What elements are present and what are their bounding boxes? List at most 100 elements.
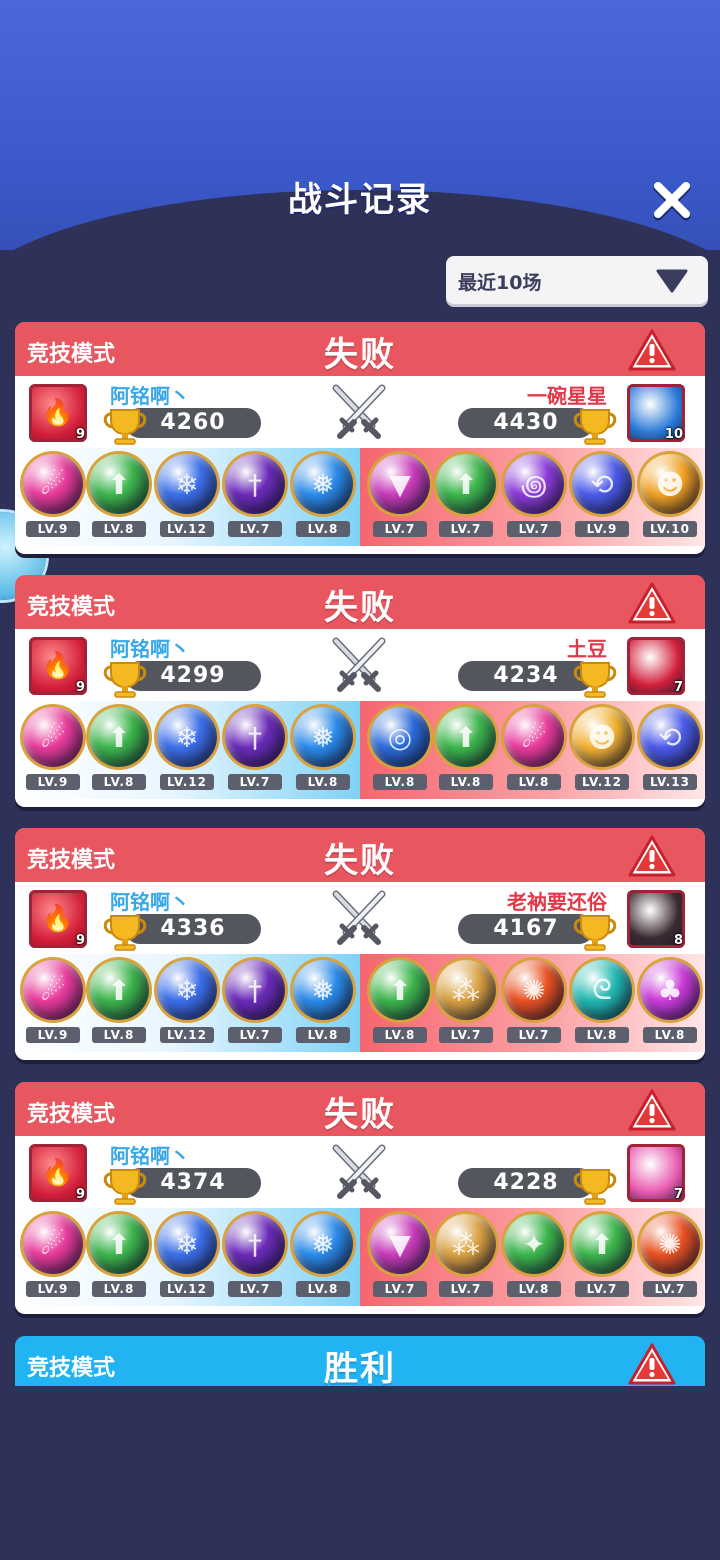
arrow-up-skill-orb[interactable]: ⬆: [89, 1214, 149, 1274]
result-label: 失败: [324, 841, 396, 881]
return-icon: ⟲: [658, 720, 682, 754]
trophy-icon: [103, 915, 147, 951]
fire-claw-skill-orb[interactable]: ✺: [640, 1214, 700, 1274]
skill-level-badge: LV.8: [296, 1027, 350, 1043]
sword-skill-orb[interactable]: †: [225, 960, 285, 1020]
avatar-level: 8: [673, 933, 683, 948]
warning-icon[interactable]: [627, 581, 677, 625]
skill-level-badge: LV.12: [160, 1281, 214, 1297]
opponent-player-name: 土豆: [567, 637, 607, 661]
skill-level-badge: LV.8: [296, 1281, 350, 1297]
skill-level-badge: LV.8: [643, 1027, 697, 1043]
battle-card[interactable]: 竞技模式 失败 🔥 9 阿铭啊丶 4299 土豆 4234 7 ☄ LV.9 ⬆…: [15, 575, 705, 807]
snowflake-skill-orb[interactable]: ❄: [157, 1214, 217, 1274]
prism-skill-orb[interactable]: ▼: [370, 1214, 430, 1274]
opponent-avatar[interactable]: 10: [627, 384, 685, 442]
arrow-up-skill-orb[interactable]: ⬆: [89, 707, 149, 767]
my-avatar[interactable]: 🔥 9: [29, 1144, 87, 1202]
sword-icon: †: [248, 973, 262, 1007]
opponent-skill-row: ▼ LV.7 ⁂ LV.7 ✦ LV.8 ⬆ LV.7 ✺ LV.7: [360, 1208, 705, 1306]
warning-icon[interactable]: [627, 1342, 677, 1386]
arrow-up-skill-orb[interactable]: ⬆: [572, 1214, 632, 1274]
arrow-up-skill-orb[interactable]: ⬆: [436, 707, 496, 767]
ice-skill-orb[interactable]: ❅: [293, 707, 353, 767]
skill-level-badge: LV.8: [507, 1281, 561, 1297]
meteor-skill-orb[interactable]: ☄: [23, 454, 83, 514]
fire-claw-skill-orb[interactable]: ✺: [504, 960, 564, 1020]
arrow-up-skill-orb[interactable]: ⬆: [436, 454, 496, 514]
star-ring-skill-orb[interactable]: ✦: [504, 1214, 564, 1274]
opponent-avatar[interactable]: 8: [627, 890, 685, 948]
opponent-skill-row: ▼ LV.7 ⬆ LV.7 ꩜ LV.7 ⟲ LV.9 ☻ LV.10: [360, 448, 705, 546]
sword-skill-orb[interactable]: †: [225, 1214, 285, 1274]
ice-skill-orb[interactable]: ❅: [293, 1214, 353, 1274]
mushroom-skill-orb[interactable]: ♣: [640, 960, 700, 1020]
arrow-up-icon: ⬆: [590, 1227, 614, 1261]
battle-card[interactable]: 竞技模式 失败 🔥 9 阿铭啊丶 4260 一碗星星 4430 10 ☄ LV.…: [15, 322, 705, 554]
opponent-skill-row: ◎ LV.8 ⬆ LV.8 ☄ LV.8 ☻ LV.12 ⟲ LV.13: [360, 701, 705, 799]
match-filter-dropdown[interactable]: 最近10场: [446, 256, 708, 304]
my-player-name: 阿铭啊丶: [110, 384, 190, 408]
meteor-skill-orb[interactable]: ☄: [23, 960, 83, 1020]
snowflake-skill-orb[interactable]: ❄: [157, 707, 217, 767]
snowflake-skill-orb[interactable]: ❄: [157, 960, 217, 1020]
prism-skill-orb[interactable]: ▼: [370, 454, 430, 514]
my-skill-row: ☄ LV.9 ⬆ LV.8 ❄ LV.12 † LV.7 ❅ LV.8: [15, 701, 360, 799]
my-avatar[interactable]: 🔥 9: [29, 384, 87, 442]
pumpkin-skill-orb[interactable]: ☻: [572, 707, 632, 767]
close-button[interactable]: [650, 178, 694, 222]
warning-icon[interactable]: [627, 1088, 677, 1132]
ice-skill-orb[interactable]: ❅: [293, 960, 353, 1020]
sword-skill-orb[interactable]: †: [225, 454, 285, 514]
swirl-skill-orb[interactable]: ꩜: [504, 454, 564, 514]
skill-level-badge: LV.7: [228, 1281, 282, 1297]
ice-skill-orb[interactable]: ❅: [293, 454, 353, 514]
my-avatar[interactable]: 🔥 9: [29, 890, 87, 948]
ghosts-skill-orb[interactable]: ⁂: [436, 1214, 496, 1274]
arrow-up-skill-orb[interactable]: ⬆: [370, 960, 430, 1020]
skill-level-badge: LV.7: [439, 1281, 493, 1297]
meteor-skill-orb[interactable]: ☄: [504, 707, 564, 767]
ghosts-skill-orb[interactable]: ⁂: [436, 960, 496, 1020]
vortex-skill-orb[interactable]: ◎: [370, 707, 430, 767]
arrow-up-skill-orb[interactable]: ⬆: [89, 960, 149, 1020]
trophy-icon: [103, 409, 147, 445]
opponent-avatar[interactable]: 7: [627, 1144, 685, 1202]
warning-icon[interactable]: [627, 834, 677, 878]
meteor-icon: ☄: [40, 1227, 66, 1261]
return-skill-orb[interactable]: ⟲: [640, 707, 700, 767]
return-skill-orb[interactable]: ⟲: [572, 454, 632, 514]
result-label: 失败: [324, 335, 396, 375]
skill-level-badge: LV.7: [373, 1281, 427, 1297]
snowflake-icon: ❄: [175, 720, 199, 754]
my-avatar[interactable]: 🔥 9: [29, 637, 87, 695]
opponent-avatar[interactable]: 7: [627, 637, 685, 695]
ice-icon: ❅: [311, 467, 335, 501]
meteor-skill-orb[interactable]: ☄: [23, 1214, 83, 1274]
skill-level-badge: LV.7: [439, 1027, 493, 1043]
trophy-icon: [103, 662, 147, 698]
sword-skill-orb[interactable]: †: [225, 707, 285, 767]
battle-card[interactable]: 竞技模式 失败 🔥 9 阿铭啊丶 4336 老衲要还俗 4167 8 ☄ LV.…: [15, 828, 705, 1060]
crossed-swords-icon: [332, 1144, 386, 1199]
warning-icon[interactable]: [627, 328, 677, 372]
avatar-level: 9: [75, 427, 85, 442]
my-skill-row: ☄ LV.9 ⬆ LV.8 ❄ LV.12 † LV.7 ❅ LV.8: [15, 448, 360, 546]
crossed-swords-icon: [332, 637, 386, 692]
skill-level-badge: LV.12: [160, 1027, 214, 1043]
snowflake-skill-orb[interactable]: ❄: [157, 454, 217, 514]
sword-icon: †: [248, 1227, 262, 1261]
avatar-level: 7: [673, 680, 683, 695]
battle-card-partial[interactable]: 竞技模式 胜利: [15, 1336, 705, 1386]
snowflake-icon: ❄: [175, 467, 199, 501]
arrow-up-icon: ⬆: [107, 720, 131, 754]
ghosts-icon: ⁂: [452, 973, 480, 1007]
battle-card[interactable]: 竞技模式 失败 🔥 9 阿铭啊丶 4374 4228 7 ☄ LV.9 ⬆ LV…: [15, 1082, 705, 1314]
fire-claw-icon: ✺: [522, 973, 546, 1007]
skill-level-badge: LV.9: [26, 521, 80, 537]
arrow-up-skill-orb[interactable]: ⬆: [89, 454, 149, 514]
meteor-skill-orb[interactable]: ☄: [23, 707, 83, 767]
tornado-icon: ᘓ: [592, 973, 612, 1006]
tornado-skill-orb[interactable]: ᘓ: [572, 960, 632, 1020]
pumpkin-skill-orb[interactable]: ☻: [640, 454, 700, 514]
